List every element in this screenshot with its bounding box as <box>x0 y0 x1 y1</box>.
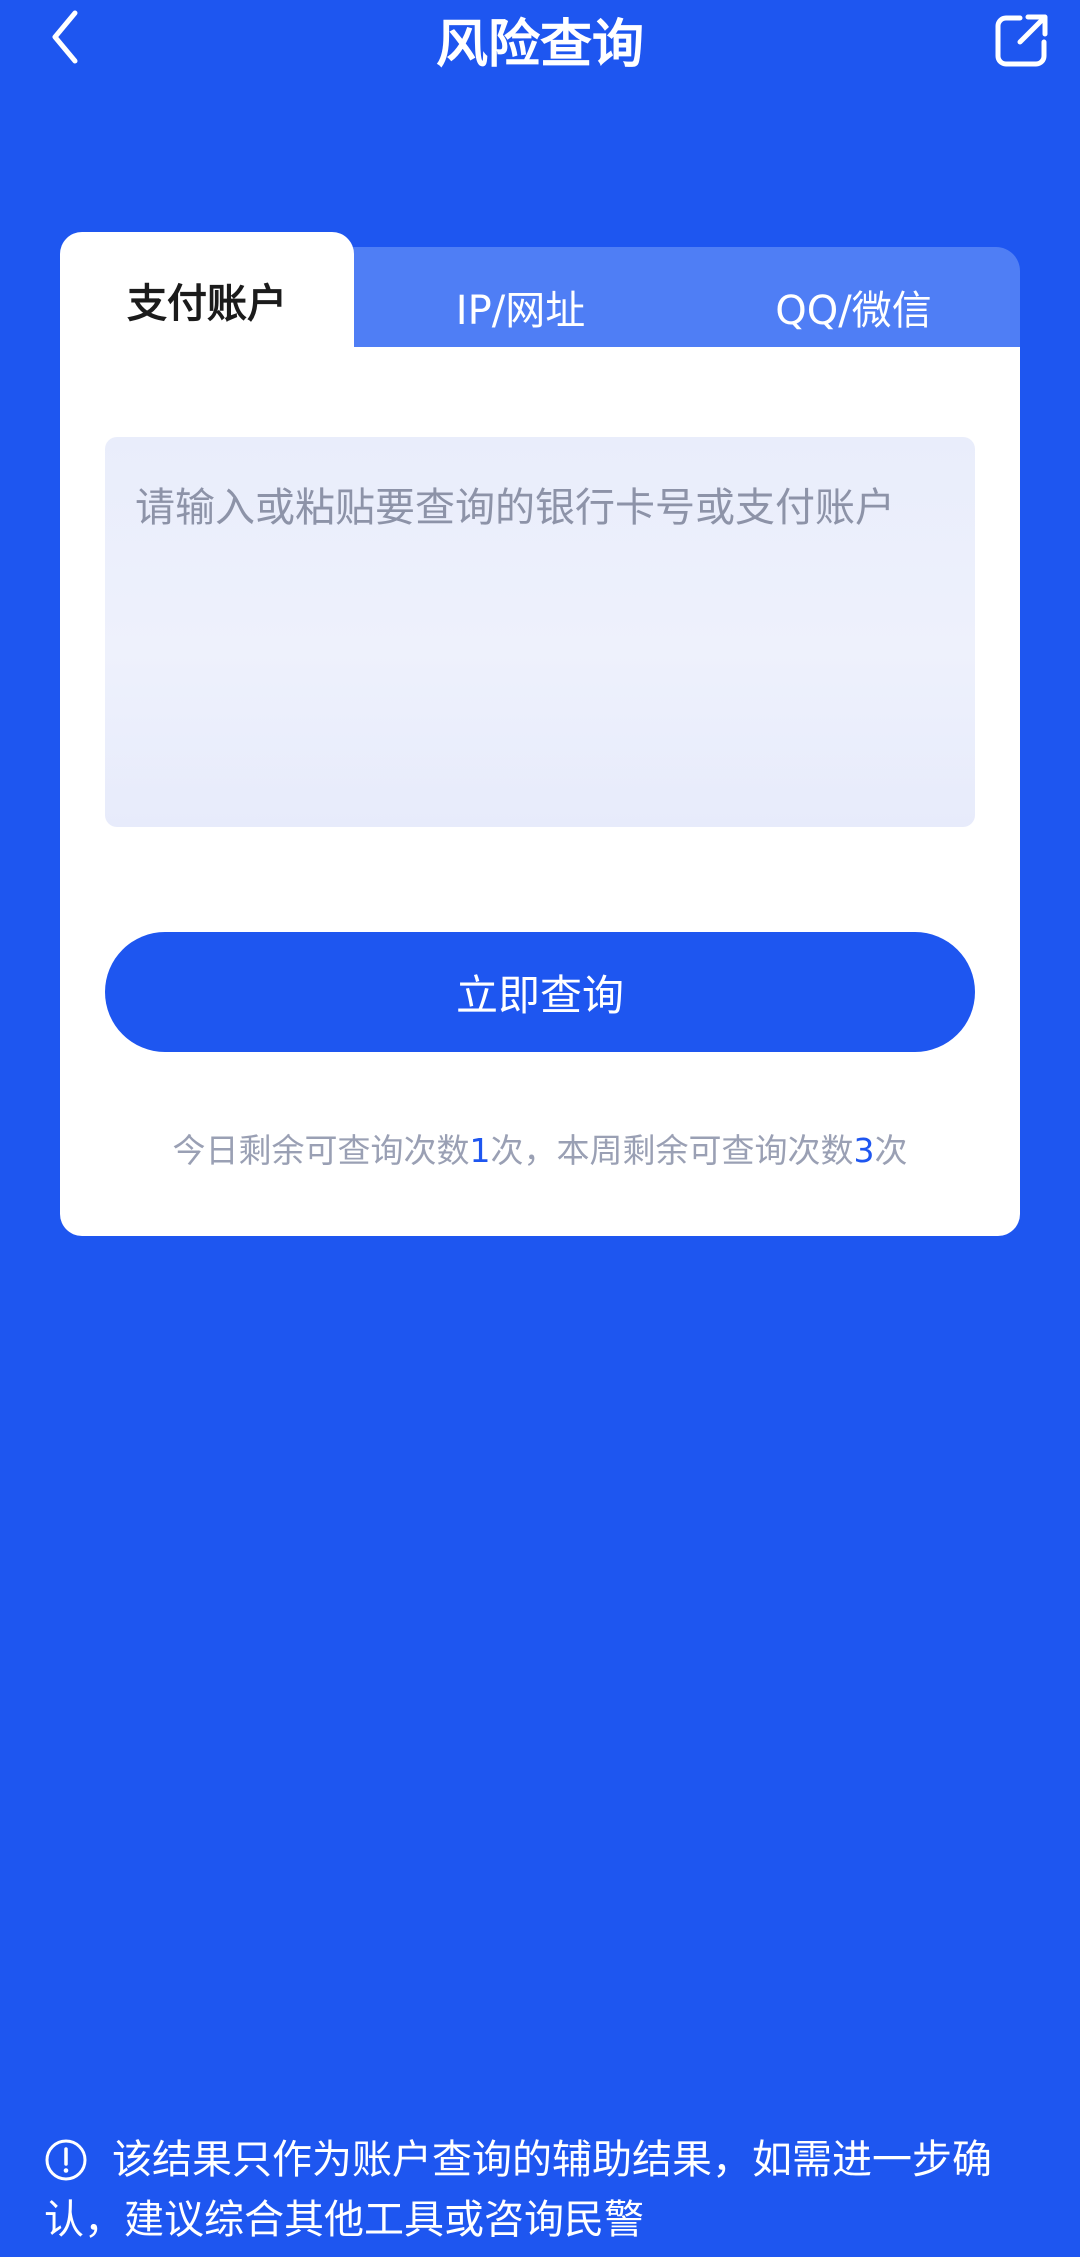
query-quota-text: 今日剩余可查询次数1次，本周剩余可查询次数3次 <box>60 1128 1020 1174</box>
risk-query-screen: 风险查询 支付账户 IP/网址 QQ/微信 请输入或粘贴要查询的银行卡号或支付账… <box>0 0 1080 2257</box>
tab-payment-account[interactable]: 支付账户 <box>60 232 378 367</box>
quota-prefix: 今日剩余可查询次数 <box>172 1131 470 1170</box>
query-now-button[interactable]: 立即查询 <box>105 932 975 1052</box>
top-bar: 风险查询 <box>0 0 1080 92</box>
input-placeholder: 请输入或粘贴要查询的银行卡号或支付账户 <box>135 485 895 531</box>
disclaimer-note: 该结果只作为账户查询的辅助结果，如需进一步确认，建议综合其他工具或咨询民警 <box>44 2130 1044 2250</box>
page-title: 风险查询 <box>435 15 644 75</box>
quota-today-count: 1 <box>469 1131 491 1170</box>
disclaimer-text: 该结果只作为账户查询的辅助结果，如需进一步确认，建议综合其他工具或咨询民警 <box>44 2137 992 2243</box>
external-link-icon <box>995 14 1048 67</box>
quota-middle: 次，本周剩余可查询次数 <box>490 1131 854 1170</box>
tab-qq-wechat[interactable]: QQ/微信 <box>687 247 1020 367</box>
info-circle-icon <box>45 2139 87 2181</box>
query-card: 支付账户 IP/网址 QQ/微信 请输入或粘贴要查询的银行卡号或支付账户 立即查… <box>60 232 1020 1236</box>
quota-suffix: 次 <box>874 1131 908 1170</box>
share-button[interactable] <box>990 8 1054 72</box>
account-input[interactable]: 请输入或粘贴要查询的银行卡号或支付账户 <box>105 437 975 827</box>
tab-ip-url[interactable]: IP/网址 <box>354 247 687 367</box>
quota-week-count: 3 <box>853 1131 875 1170</box>
